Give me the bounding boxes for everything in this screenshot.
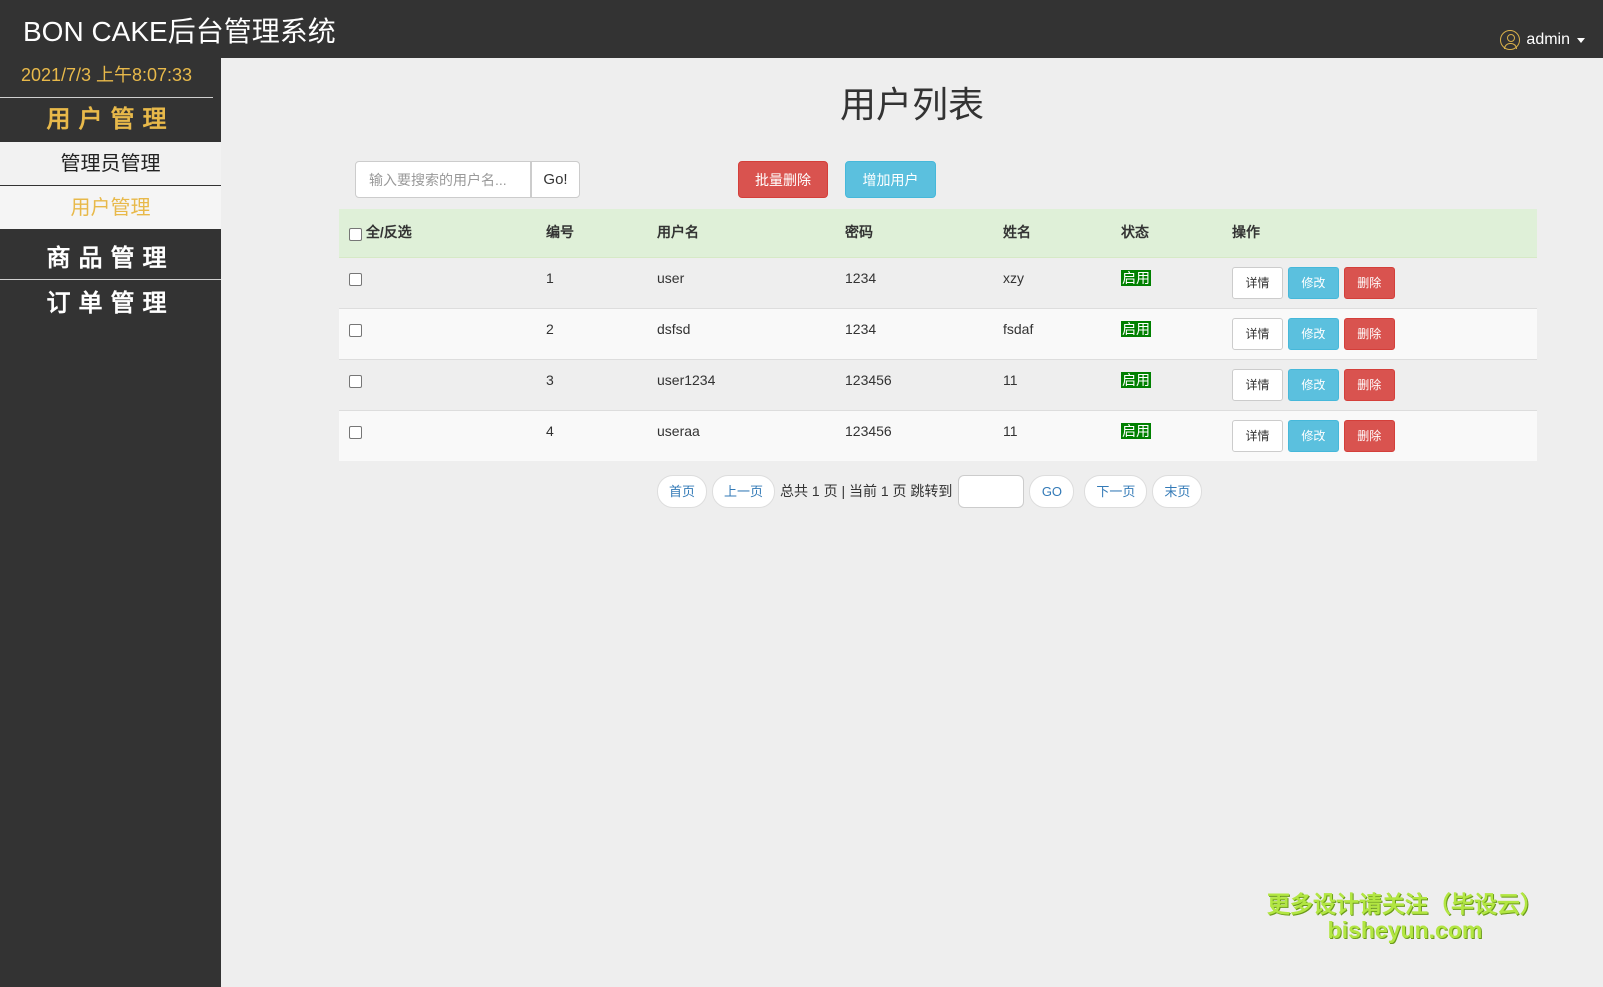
- select-all-label: 全/反选: [365, 224, 412, 240]
- watermark-line2: bisheyun.com: [1327, 917, 1483, 943]
- page-info: 总共 1 页 | 当前 1 页 跳转到: [780, 483, 953, 499]
- status-badge: 启用: [1121, 371, 1151, 388]
- table-row: 2 dsfsd 1234 fsdaf 启用 详情 修改 删除: [339, 307, 1537, 359]
- status-badge: 启用: [1121, 422, 1151, 439]
- batch-delete-button[interactable]: 批量删除: [738, 161, 828, 198]
- table-header-row: 全/反选 编号 用户名 密码 姓名 状态 操作: [339, 209, 1537, 258]
- main-content: 用户列表 Go! 批量删除 增加用户 全/反选 编号 用户名 密码 姓名 状态 …: [221, 58, 1603, 987]
- caret-down-icon: [1577, 37, 1585, 43]
- select-all-header: 全/反选: [339, 209, 546, 258]
- sidebar-group-user[interactable]: 用户管理: [0, 98, 221, 142]
- edit-button[interactable]: 修改: [1287, 368, 1339, 401]
- search-go-button[interactable]: Go!: [531, 161, 580, 198]
- cell-username: useraa: [657, 409, 845, 461]
- row-checkbox[interactable]: [349, 375, 362, 389]
- cell-name: 11: [1003, 409, 1121, 461]
- sidebar: 2021/7/3 上午8:07:33 用户管理 管理员管理 用户管理 商品管理 …: [0, 58, 221, 987]
- delete-button[interactable]: 删除: [1343, 266, 1395, 299]
- edit-button[interactable]: 修改: [1287, 266, 1339, 299]
- cell-password: 123456: [845, 358, 1003, 410]
- col-id: 编号: [546, 209, 657, 258]
- row-checkbox[interactable]: [349, 324, 362, 338]
- status-badge: 启用: [1121, 320, 1151, 337]
- col-name: 姓名: [1003, 209, 1121, 258]
- table-row: 4 useraa 123456 11 启用 详情 修改 删除: [339, 409, 1537, 461]
- delete-button[interactable]: 删除: [1343, 419, 1395, 452]
- table-row: 1 user 1234 xzy 启用 详情 修改 删除: [339, 256, 1537, 308]
- table-row: 3 user1234 123456 11 启用 详情 修改 删除: [339, 358, 1537, 410]
- sidebar-group-orders[interactable]: 订单管理: [0, 280, 221, 330]
- sidebar-group-goods[interactable]: 商品管理: [0, 230, 221, 280]
- detail-button[interactable]: 详情: [1232, 266, 1283, 299]
- user-avatar-icon: [1500, 30, 1521, 50]
- cell-name: 11: [1003, 358, 1121, 410]
- pagination: 首页 上一页 总共 1 页 | 当前 1 页 跳转到 GO 下一页 末页: [657, 474, 1203, 508]
- sidebar-item-admin-manage[interactable]: 管理员管理: [0, 142, 221, 186]
- first-page-button[interactable]: 首页: [657, 474, 707, 508]
- cell-password: 1234: [845, 307, 1003, 359]
- edit-button[interactable]: 修改: [1287, 419, 1339, 452]
- delete-button[interactable]: 删除: [1343, 317, 1395, 350]
- username-label: admin: [1526, 31, 1570, 48]
- user-table: 全/反选 编号 用户名 密码 姓名 状态 操作 1 user 1234 xzy …: [339, 209, 1537, 461]
- col-password: 密码: [845, 209, 1003, 258]
- cell-username: user: [657, 256, 845, 308]
- watermark: 更多设计请关注（毕设云） bisheyun.com: [1267, 891, 1543, 943]
- go-page-button[interactable]: GO: [1029, 474, 1075, 508]
- add-user-button[interactable]: 增加用户: [845, 161, 936, 198]
- col-username: 用户名: [657, 209, 845, 258]
- detail-button[interactable]: 详情: [1232, 317, 1283, 350]
- watermark-line1: 更多设计请关注（毕设云）: [1267, 891, 1543, 917]
- jump-page-input[interactable]: [958, 474, 1025, 508]
- app-title: BON CAKE后台管理系统: [23, 16, 336, 47]
- user-menu[interactable]: admin: [1500, 30, 1585, 50]
- detail-button[interactable]: 详情: [1232, 419, 1283, 452]
- prev-page-button[interactable]: 上一页: [712, 474, 775, 508]
- cell-id: 3: [546, 358, 657, 410]
- select-all-checkbox[interactable]: [349, 227, 362, 241]
- clock: 2021/7/3 上午8:07:33: [0, 58, 213, 98]
- cell-username: dsfsd: [657, 307, 845, 359]
- cell-id: 2: [546, 307, 657, 359]
- sidebar-item-user-manage[interactable]: 用户管理: [0, 186, 221, 230]
- row-checkbox[interactable]: [349, 426, 362, 440]
- cell-name: xzy: [1003, 256, 1121, 308]
- cell-name: fsdaf: [1003, 307, 1121, 359]
- col-actions: 操作: [1232, 209, 1537, 258]
- top-bar: BON CAKE后台管理系统 admin: [0, 0, 1603, 58]
- next-page-button[interactable]: 下一页: [1084, 474, 1148, 508]
- cell-password: 123456: [845, 409, 1003, 461]
- detail-button[interactable]: 详情: [1232, 368, 1283, 401]
- delete-button[interactable]: 删除: [1343, 368, 1395, 401]
- last-page-button[interactable]: 末页: [1152, 474, 1203, 508]
- row-checkbox[interactable]: [349, 273, 362, 287]
- cell-username: user1234: [657, 358, 845, 410]
- search-input[interactable]: [355, 161, 531, 198]
- edit-button[interactable]: 修改: [1287, 317, 1339, 350]
- status-badge: 启用: [1121, 269, 1151, 286]
- cell-id: 1: [546, 256, 657, 308]
- cell-id: 4: [546, 409, 657, 461]
- col-status: 状态: [1121, 209, 1232, 258]
- cell-password: 1234: [845, 256, 1003, 308]
- page-title: 用户列表: [839, 84, 984, 125]
